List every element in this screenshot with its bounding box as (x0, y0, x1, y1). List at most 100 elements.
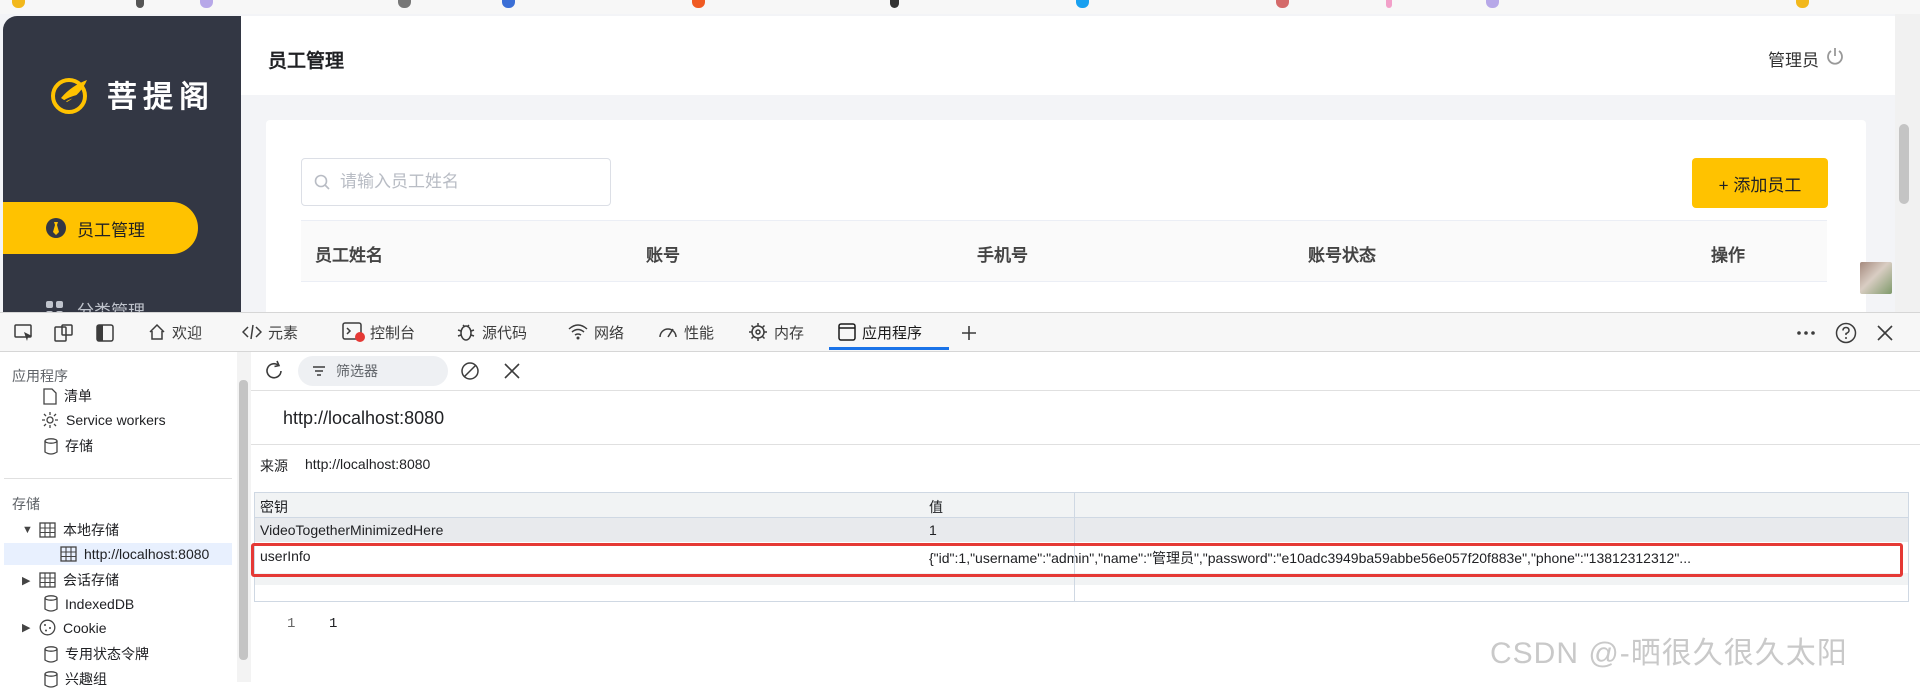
bookmarks-bar (0, 0, 1920, 15)
origin-value: http://localhost:8080 (305, 456, 431, 472)
close-devtools-icon[interactable] (1876, 324, 1894, 342)
bookmark-icon[interactable] (200, 0, 213, 8)
tab-welcome[interactable]: 欢迎 (148, 313, 202, 351)
caret-right-icon[interactable]: ▶ (22, 574, 32, 587)
devtools-tabbar: 欢迎 元素 控制台 源代码 网络 性能 内存 应用程序 (0, 312, 1920, 352)
tab-network[interactable]: 网络 (568, 313, 624, 351)
bookmark-icon[interactable] (1796, 0, 1809, 8)
power-icon[interactable] (1825, 46, 1845, 66)
caret-down-icon[interactable]: ▼ (22, 524, 33, 536)
column-header-phone[interactable]: 手机号 (977, 241, 1028, 266)
tab-sources[interactable]: 源代码 (456, 313, 527, 351)
help-icon[interactable] (1835, 322, 1857, 344)
sidebar-item-label: 分类管理 (77, 302, 145, 312)
bookmark-icon[interactable] (890, 0, 899, 8)
bookmark-icon[interactable] (136, 0, 144, 8)
tree-item-local-storage[interactable]: ▼ 本地存储 (22, 520, 119, 540)
table-icon (39, 572, 56, 588)
column-header-name[interactable]: 员工姓名 (315, 241, 383, 266)
tree-item-session-storage[interactable]: ▶ 会话存储 (22, 570, 119, 590)
brand-name: 菩提阁 (107, 81, 215, 114)
search-icon (314, 174, 330, 190)
application-icon (838, 323, 856, 341)
device-toolbar-icon[interactable] (54, 324, 74, 342)
table-header-row: 密钥 值 (255, 493, 1908, 518)
database-icon (44, 595, 58, 612)
bookmark-icon[interactable] (12, 0, 25, 8)
database-icon (44, 645, 58, 663)
bookmark-icon[interactable] (398, 0, 411, 8)
bookmark-icon[interactable] (1276, 0, 1289, 8)
bookmark-icon[interactable] (1076, 0, 1089, 8)
clear-all-icon[interactable] (460, 361, 480, 381)
inspect-icon[interactable] (14, 324, 34, 342)
web-app: 菩提阁 员工管理 分类管理 员工管理 管理员 请输入员工姓名 + 添加员工 员工… (0, 14, 1920, 312)
tree-item-manifest[interactable]: 清单 (43, 386, 92, 406)
grid-icon (46, 300, 63, 312)
divider (4, 478, 232, 479)
tree-item-private-state-tokens[interactable]: 专用状态令牌 (44, 644, 149, 664)
sidebar-scrollbar-thumb[interactable] (239, 380, 248, 660)
tab-memory[interactable]: 内存 (748, 313, 804, 351)
tab-performance[interactable]: 性能 (658, 313, 714, 351)
delete-selected-icon[interactable] (503, 362, 521, 380)
caret-right-icon[interactable]: ▶ (22, 621, 32, 634)
sidebar-item-categories[interactable]: 分类管理 (45, 297, 145, 312)
tree-item-interest-groups[interactable]: 兴趣组 (44, 669, 107, 689)
tab-application[interactable]: 应用程序 (838, 313, 922, 351)
tree-item-localhost[interactable]: http://localhost:8080 (4, 543, 232, 565)
admin-name: 管理员 (1768, 51, 1819, 70)
error-badge-icon (355, 332, 365, 342)
origin-label: 来源 (260, 458, 288, 474)
floating-thumbnail[interactable] (1860, 262, 1892, 294)
column-header-account[interactable]: 账号 (646, 241, 680, 266)
tree-item-indexeddb[interactable]: IndexedDB (44, 595, 134, 612)
storage-toolbar (251, 352, 1920, 391)
tree-item-storage[interactable]: 存储 (44, 436, 93, 456)
column-header-key[interactable]: 密钥 (260, 497, 288, 517)
logo-icon (51, 78, 87, 114)
tab-elements[interactable]: 元素 (242, 313, 298, 351)
database-icon (44, 670, 58, 688)
filter-input[interactable] (334, 362, 438, 380)
file-icon (43, 387, 57, 405)
sidebar-toggle-icon[interactable] (96, 324, 114, 342)
tie-icon (46, 218, 66, 238)
filter-box[interactable] (298, 356, 448, 386)
active-tab-indicator (829, 347, 949, 350)
add-tab-icon[interactable] (960, 324, 978, 342)
table-icon (39, 522, 56, 538)
filter-icon (313, 366, 325, 376)
tab-console[interactable]: 控制台 (342, 313, 415, 351)
cookie-icon (39, 619, 56, 636)
add-employee-button[interactable]: + 添加员工 (1692, 158, 1828, 208)
table-row[interactable]: VideoTogetherMinimizedHere 1 (255, 518, 1908, 542)
sidebar-item-employees[interactable]: 员工管理 (3, 202, 198, 254)
page-scrollbar-thumb[interactable] (1899, 124, 1909, 204)
search-box[interactable] (301, 158, 611, 206)
bookmark-icon[interactable] (1486, 0, 1499, 8)
bookmark-icon[interactable] (502, 0, 515, 8)
refresh-icon[interactable] (263, 360, 285, 382)
column-header-status[interactable]: 账号状态 (1308, 241, 1376, 266)
sidebar: 菩提阁 员工管理 分类管理 (3, 16, 241, 312)
column-header-actions[interactable]: 操作 (1711, 241, 1745, 266)
table-header: 员工姓名 账号 手机号 账号状态 操作 (301, 220, 1827, 282)
database-icon (44, 437, 58, 455)
bookmark-icon[interactable] (692, 0, 705, 8)
tree-item-service-workers[interactable]: Service workers (41, 411, 166, 429)
row-key: VideoTogetherMinimizedHere (260, 522, 444, 538)
highlight-box (251, 543, 1903, 577)
home-icon (149, 323, 165, 340)
tree-item-cookie[interactable]: ▶ Cookie (22, 619, 107, 636)
brand-logo: 菩提阁 (47, 72, 215, 116)
table-icon (60, 546, 77, 562)
sidebar-item-label: 员工管理 (77, 220, 145, 240)
gear-icon (42, 412, 58, 428)
wifi-icon (568, 324, 588, 340)
more-options-icon[interactable] (1796, 325, 1816, 341)
search-input[interactable] (338, 171, 592, 193)
bug-icon (457, 324, 475, 341)
memory-icon (749, 323, 767, 341)
bookmark-icon[interactable] (1386, 0, 1392, 8)
